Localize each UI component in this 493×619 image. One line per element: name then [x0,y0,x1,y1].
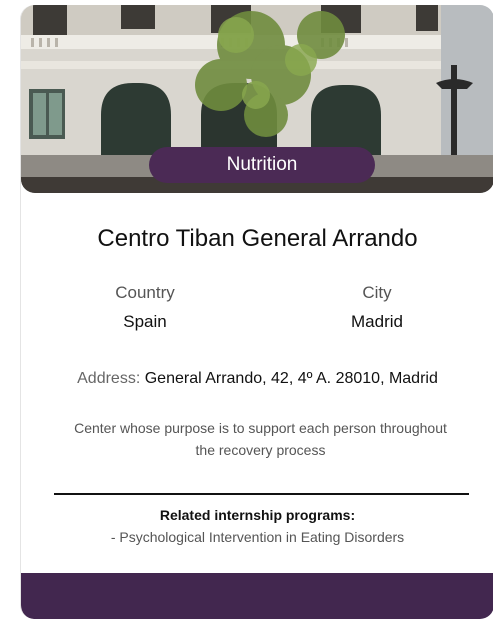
center-card: Nutrition Centro Tiban General Arrando C… [20,5,493,619]
city-label: City [362,283,392,302]
category-badge: Nutrition [149,147,375,183]
address-value: General Arrando, 42, 4º A. 28010, Madrid [144,370,438,387]
related-program-item[interactable]: - Psychological Intervention in Eating D… [21,529,493,545]
related-programs-heading: Related internship programs: [159,507,356,523]
divider [54,493,469,495]
address-line: Address: General Arrando, 42, 4º A. 2801… [21,370,493,388]
city-value: Madrid [351,312,403,331]
center-photo: Nutrition [21,5,493,193]
center-title: Centro Tiban General Arrando [97,225,418,252]
country-value: Spain [123,312,167,331]
address-label: Address: [77,370,141,387]
country-label: Country [115,283,175,302]
center-description: Center whose purpose is to support each … [74,420,447,458]
card-footer-bar [21,573,493,619]
